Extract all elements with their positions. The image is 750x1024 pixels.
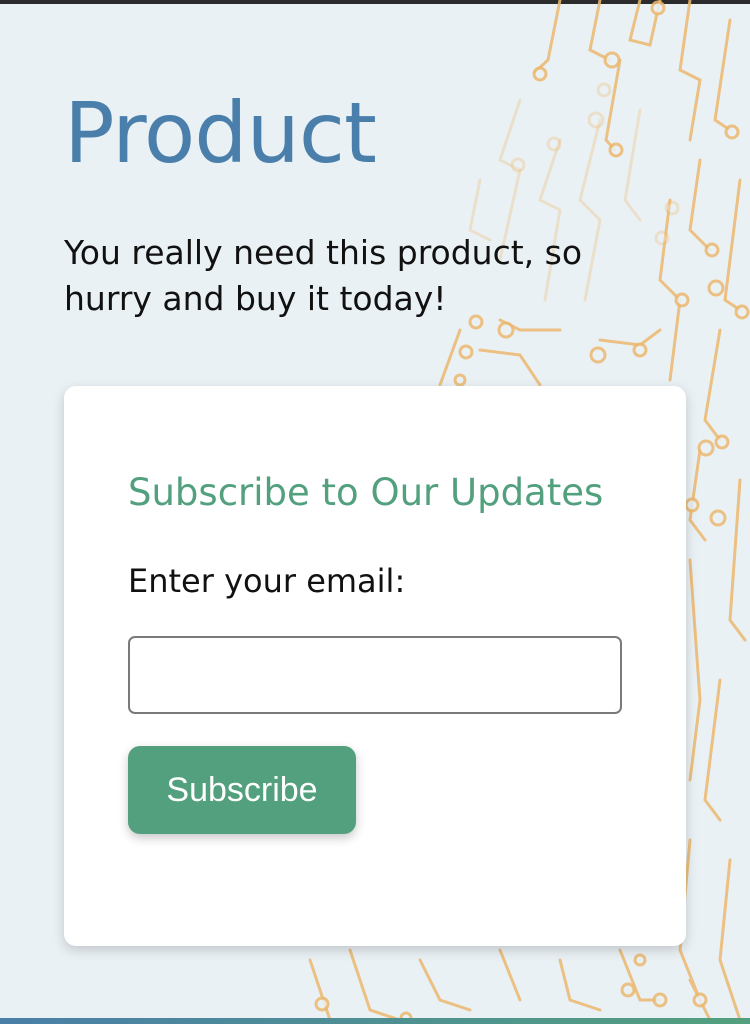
email-label: Enter your email: (128, 562, 406, 600)
subscribe-card: Subscribe to Our Updates Enter your emai… (64, 386, 686, 946)
subscribe-button[interactable]: Subscribe (128, 746, 356, 834)
email-field[interactable] (128, 636, 622, 714)
bottom-strip (0, 1018, 750, 1024)
hero-tagline: You really need this product, so hurry a… (64, 233, 583, 318)
subscribe-heading: Subscribe to Our Updates (128, 471, 604, 514)
page-title: Product (64, 84, 377, 182)
